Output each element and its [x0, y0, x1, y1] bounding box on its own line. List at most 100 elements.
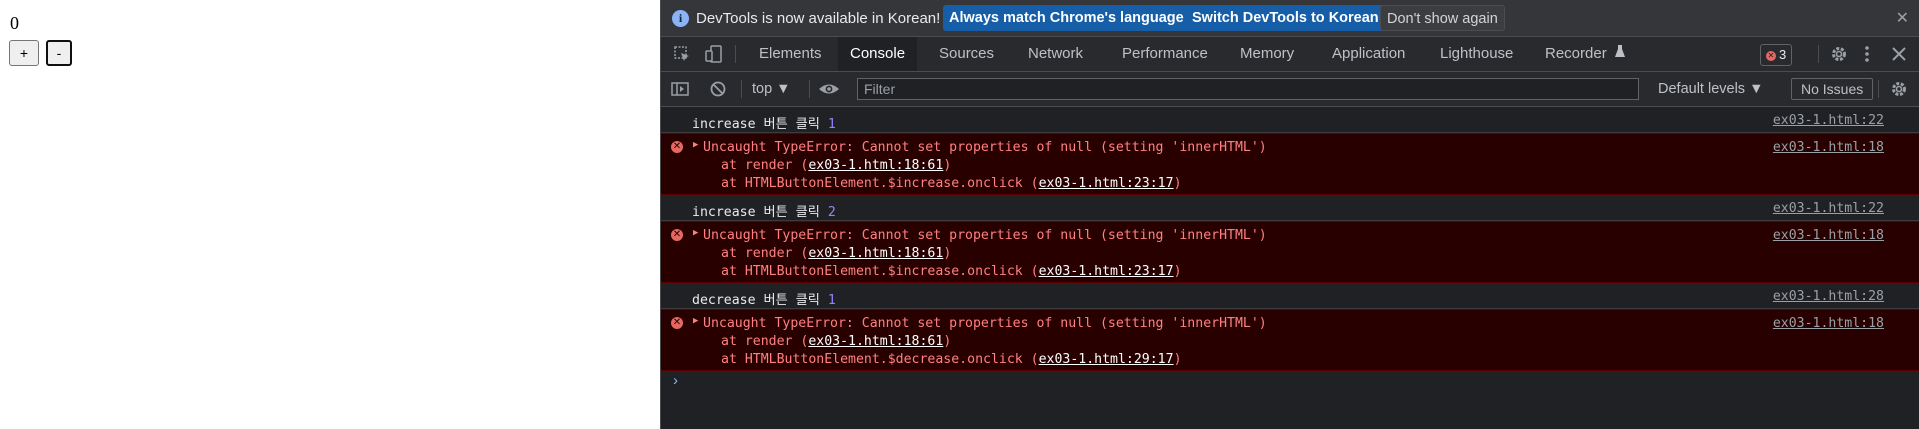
console-error-row: ✕ ▶ Uncaught TypeError: Cannot set prope…: [661, 309, 1919, 371]
more-options-icon[interactable]: [1864, 45, 1870, 68]
stack-text: ): [943, 246, 952, 261]
tab-elements[interactable]: Elements: [747, 37, 834, 71]
console-prompt-icon[interactable]: ›: [673, 372, 678, 389]
stack-text: ): [1173, 264, 1182, 279]
log-number: 1: [827, 117, 836, 132]
log-message: decrease 버튼 클릭 1: [692, 289, 836, 308]
error-count: 3: [1779, 47, 1787, 62]
divider: [809, 80, 810, 98]
device-toolbar-icon[interactable]: [705, 45, 723, 68]
stack-text: at render (: [721, 158, 809, 173]
stack-text: at HTMLButtonElement.$increase.onclick (: [721, 264, 1039, 279]
clear-console-icon[interactable]: [709, 80, 727, 103]
language-infobar: i DevTools is now available in Korean! A…: [661, 0, 1919, 37]
error-icon: ✕: [1766, 50, 1776, 61]
log-text: increase 버튼 클릭: [692, 205, 828, 220]
expand-triangle-icon[interactable]: ▶: [693, 228, 698, 238]
expand-triangle-icon[interactable]: ▶: [693, 316, 698, 326]
log-text: increase 버튼 클릭: [692, 117, 828, 132]
source-link[interactable]: ex03-1.html:28: [1773, 289, 1884, 304]
issues-button[interactable]: No Issues: [1791, 78, 1874, 100]
source-link[interactable]: ex03-1.html:22: [1773, 113, 1884, 128]
tab-performance[interactable]: Performance: [1110, 37, 1220, 71]
page-viewport: 0 + -: [0, 0, 660, 429]
stack-text: ): [1173, 176, 1182, 191]
gear-icon[interactable]: [1830, 45, 1848, 68]
tab-memory[interactable]: Memory: [1228, 37, 1306, 71]
eye-icon[interactable]: [818, 80, 840, 103]
stack-text: ): [943, 334, 952, 349]
console-log-row: increase 버튼 클릭 2 ex03-1.html:22: [661, 195, 1919, 221]
stack-text: at HTMLButtonElement.$decrease.onclick (: [721, 352, 1039, 367]
stack-text: ): [1173, 352, 1182, 367]
console-error-row: ✕ ▶ Uncaught TypeError: Cannot set prope…: [661, 133, 1919, 195]
log-number: 2: [827, 205, 836, 220]
tab-recorder[interactable]: Recorder: [1533, 37, 1637, 71]
stack-text: ): [943, 158, 952, 173]
error-message: Uncaught TypeError: Cannot set propertie…: [703, 228, 1267, 243]
stack-line: at HTMLButtonElement.$increase.onclick (…: [721, 176, 1182, 191]
log-levels-dropdown[interactable]: Default levels ▼: [1658, 72, 1763, 106]
context-selector[interactable]: top ▼: [752, 72, 791, 106]
divider: [735, 45, 736, 63]
increase-button[interactable]: +: [9, 40, 39, 66]
console-log-row: increase 버튼 클릭 1 ex03-1.html:22: [661, 107, 1919, 133]
flask-icon: [1614, 37, 1625, 71]
error-message: Uncaught TypeError: Cannot set propertie…: [703, 316, 1267, 331]
tab-recorder-label: Recorder: [1545, 45, 1607, 62]
source-link[interactable]: ex03-1.html:22: [1773, 201, 1884, 216]
stack-link[interactable]: ex03-1.html:18:61: [808, 246, 943, 261]
counter-value: 0: [10, 13, 19, 33]
close-devtools-icon[interactable]: [1891, 45, 1907, 68]
console-messages: increase 버튼 클릭 1 ex03-1.html:22 ✕ ▶ Unca…: [661, 107, 1919, 371]
console-error-row: ✕ ▶ Uncaught TypeError: Cannot set prope…: [661, 221, 1919, 283]
console-log-row: decrease 버튼 클릭 1 ex03-1.html:28: [661, 283, 1919, 309]
infobar-message: DevTools is now available in Korean!: [696, 10, 941, 27]
source-link[interactable]: ex03-1.html:18: [1773, 228, 1884, 243]
stack-text: at render (: [721, 246, 809, 261]
stack-line: at render (ex03-1.html:18:61): [721, 334, 951, 349]
log-number: 1: [827, 293, 836, 308]
devtools-panel: i DevTools is now available in Korean! A…: [660, 0, 1919, 429]
stack-text: at HTMLButtonElement.$increase.onclick (: [721, 176, 1039, 191]
divider: [1878, 80, 1879, 98]
always-match-language-button[interactable]: Always match Chrome's language: [943, 5, 1190, 31]
error-count-badge[interactable]: ✕ 3: [1760, 44, 1793, 66]
stack-link[interactable]: ex03-1.html:29:17: [1039, 352, 1174, 367]
tab-application[interactable]: Application: [1320, 37, 1417, 71]
devtools-tabbar: Elements Console Sources Network Perform…: [661, 37, 1919, 72]
error-icon: ✕: [671, 229, 683, 241]
log-message: increase 버튼 클릭 1: [692, 113, 836, 132]
stack-link[interactable]: ex03-1.html:18:61: [808, 158, 943, 173]
inspect-element-icon[interactable]: [673, 45, 691, 68]
divider: [741, 80, 742, 98]
stack-line: at HTMLButtonElement.$decrease.onclick (…: [721, 352, 1182, 367]
tab-sources[interactable]: Sources: [927, 37, 1006, 71]
expand-triangle-icon[interactable]: ▶: [693, 140, 698, 150]
error-message: Uncaught TypeError: Cannot set propertie…: [703, 140, 1267, 155]
stack-line: at render (ex03-1.html:18:61): [721, 246, 951, 261]
console-toolbar: top ▼ Default levels ▼ No Issues: [661, 72, 1919, 107]
stack-link[interactable]: ex03-1.html:23:17: [1039, 176, 1174, 191]
stack-line: at HTMLButtonElement.$increase.onclick (…: [721, 264, 1182, 279]
stack-line: at render (ex03-1.html:18:61): [721, 158, 951, 173]
console-settings-gear-icon[interactable]: [1890, 80, 1908, 103]
tab-lighthouse[interactable]: Lighthouse: [1428, 37, 1525, 71]
close-icon[interactable]: ✕: [1896, 8, 1909, 28]
decrease-button[interactable]: -: [46, 40, 72, 66]
tab-network[interactable]: Network: [1016, 37, 1095, 71]
switch-to-korean-button[interactable]: Switch DevTools to Korean: [1186, 5, 1385, 31]
source-link[interactable]: ex03-1.html:18: [1773, 140, 1884, 155]
sidebar-toggle-icon[interactable]: [671, 80, 689, 103]
info-icon: i: [672, 10, 689, 27]
filter-input[interactable]: [857, 78, 1639, 100]
stack-link[interactable]: ex03-1.html:23:17: [1039, 264, 1174, 279]
dont-show-again-button[interactable]: Don't show again: [1380, 5, 1505, 31]
log-message: increase 버튼 클릭 2: [692, 201, 836, 220]
stack-link[interactable]: ex03-1.html:18:61: [808, 334, 943, 349]
log-text: decrease 버튼 클릭: [692, 293, 828, 308]
source-link[interactable]: ex03-1.html:18: [1773, 316, 1884, 331]
tab-console[interactable]: Console: [838, 37, 918, 71]
error-icon: ✕: [671, 317, 683, 329]
divider: [1818, 45, 1819, 63]
